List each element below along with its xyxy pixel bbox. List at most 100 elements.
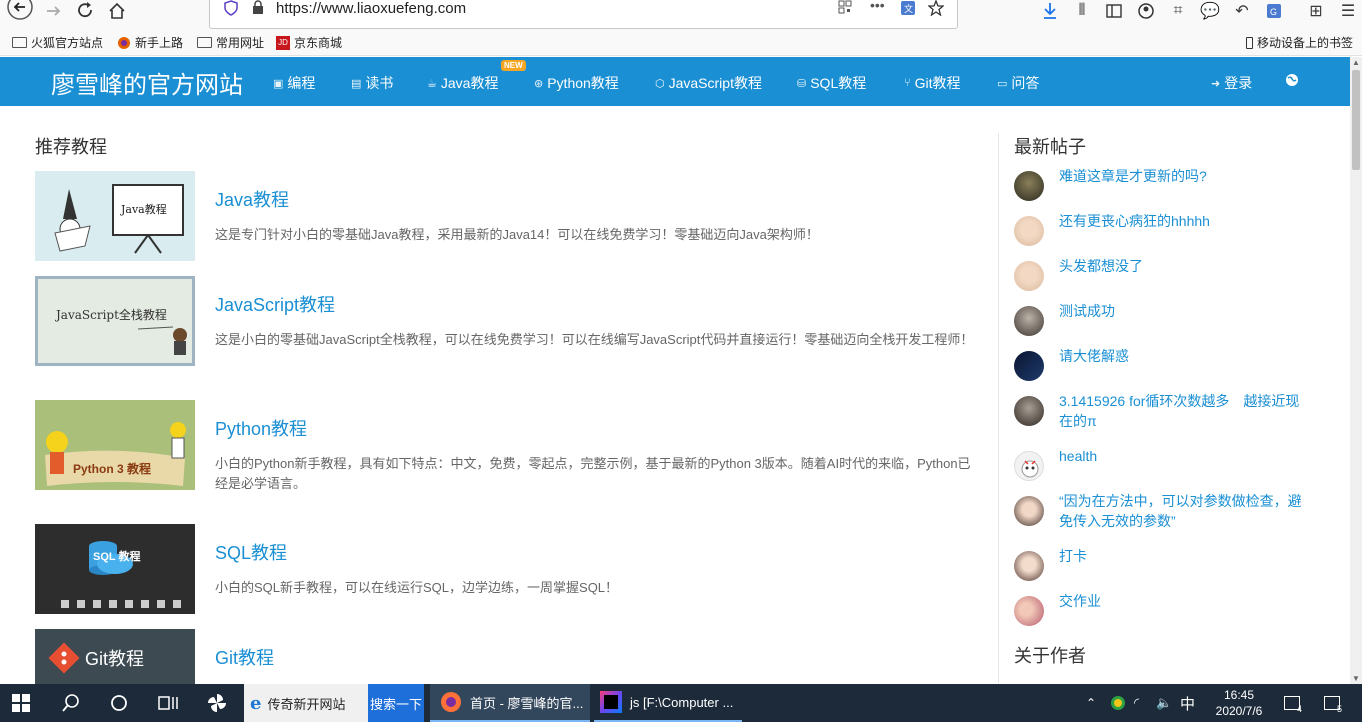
- avatar[interactable]: [1014, 551, 1044, 581]
- url-text[interactable]: https://www.liaoxuefeng.com: [276, 0, 466, 17]
- avatar[interactable]: [1014, 596, 1044, 626]
- course-thumbnail[interactable]: Python 3 教程: [35, 400, 195, 490]
- search-submit-button[interactable]: 搜索一下: [368, 684, 424, 722]
- course-thumbnail[interactable]: JavaScript全栈教程: [35, 276, 195, 366]
- grid-icon: ⊞: [1309, 3, 1323, 20]
- tray-app-icon[interactable]: [1110, 684, 1128, 722]
- taskbar-app-idea[interactable]: js [F:\Computer ...: [594, 684, 742, 722]
- nav-programming[interactable]: ▣ 编程: [273, 73, 315, 93]
- browser-toolbar: https://www.liaoxuefeng.com ••• 文 ⫴ ⌗ 💬 …: [0, 0, 1362, 30]
- translate-icon[interactable]: 文: [900, 0, 916, 19]
- bookmark-item[interactable]: 新手上路: [117, 34, 183, 51]
- database-icon: ⛁: [797, 77, 807, 90]
- post-title[interactable]: 头发都想没了: [1059, 256, 1309, 276]
- avatar[interactable]: [1014, 351, 1044, 381]
- avatar[interactable]: [1014, 171, 1044, 201]
- bookmark-item[interactable]: 常用网址: [197, 34, 264, 51]
- nav-reading[interactable]: ▤ 读书: [351, 73, 393, 93]
- post-title[interactable]: 3.1415926 for循环次数越多 越接近现在的π: [1059, 391, 1309, 431]
- post-title[interactable]: health: [1059, 446, 1309, 466]
- post-title[interactable]: 请大佬解惑: [1059, 346, 1309, 366]
- bookmarks-bar: 火狐官方站点 新手上路 常用网址 JD 京东商城 移动设备上的书签: [0, 30, 1362, 56]
- volume-button[interactable]: 🔈: [1156, 684, 1174, 722]
- network-button[interactable]: ◜: [1134, 684, 1152, 722]
- avatar[interactable]: [1014, 216, 1044, 246]
- qr-code-icon[interactable]: [838, 0, 852, 17]
- taskbar-app-firefox[interactable]: 首页 - 廖雪峰的官...: [430, 684, 590, 722]
- more-actions-icon[interactable]: •••: [870, 0, 885, 13]
- nav-git[interactable]: ⑂ Git教程: [904, 73, 961, 93]
- menu-button[interactable]: ☰: [1334, 0, 1362, 22]
- svg-text:Git教程: Git教程: [85, 649, 144, 669]
- sidebar-button[interactable]: [1100, 0, 1128, 22]
- language-button[interactable]: [1285, 73, 1299, 87]
- bookmark-item[interactable]: JD 京东商城: [276, 34, 342, 51]
- downloads-button[interactable]: [1036, 0, 1064, 22]
- scroll-down-icon[interactable]: ▼: [1352, 674, 1360, 683]
- course-title[interactable]: Git教程: [215, 644, 274, 670]
- nav-qa[interactable]: ▭ 问答: [997, 73, 1039, 93]
- extensions-button[interactable]: ⊞: [1302, 0, 1330, 22]
- start-button[interactable]: [12, 684, 36, 722]
- tracking-shield-icon[interactable]: [224, 0, 238, 19]
- scroll-up-icon[interactable]: ▲: [1352, 58, 1360, 67]
- course-thumbnail[interactable]: Java教程: [35, 171, 195, 261]
- post-title[interactable]: 难道这章是才更新的吗?: [1059, 166, 1309, 186]
- course-item: Java教程 Java教程 这是专门针对小白的零基础Java教程，采用最新的Ja…: [35, 171, 980, 261]
- mobile-bookmarks[interactable]: 移动设备上的书签: [1246, 34, 1353, 51]
- course-thumbnail[interactable]: Git教程: [35, 629, 195, 684]
- ie-search-box[interactable]: e 传奇新开网站: [244, 684, 368, 722]
- search-button[interactable]: [62, 684, 84, 722]
- avatar[interactable]: [1014, 306, 1044, 336]
- translate-ext-button[interactable]: G: [1260, 0, 1288, 22]
- task-view-button[interactable]: [158, 684, 180, 722]
- avatar[interactable]: [1014, 451, 1044, 481]
- post-title[interactable]: “因为在方法中，可以对参数做检查，避免传入无效的参数”: [1059, 491, 1309, 531]
- course-desc: 小白的SQL新手教程，可以在线运行SQL，边学边练，一周掌握SQL！: [215, 580, 619, 595]
- clock[interactable]: 16:45 2020/7/6: [1208, 684, 1270, 722]
- undo-close-button[interactable]: ↶: [1228, 0, 1256, 22]
- account-button[interactable]: [1132, 0, 1160, 22]
- course-title[interactable]: Python教程: [215, 415, 307, 441]
- post-title[interactable]: 交作业: [1059, 591, 1309, 611]
- chat-button[interactable]: 💬: [1196, 0, 1224, 22]
- screenshot-button[interactable]: ⌗: [1164, 0, 1192, 22]
- cortana-button[interactable]: [110, 684, 132, 722]
- nav-javascript[interactable]: ⬡ JavaScript教程: [655, 73, 762, 93]
- action-center-button[interactable]: 5: [1324, 684, 1348, 722]
- python-icon: ⊛: [534, 77, 544, 90]
- course-title[interactable]: SQL教程: [215, 539, 287, 565]
- avatar[interactable]: [1014, 396, 1044, 426]
- post-title[interactable]: 还有更丧心病狂的hhhhh: [1059, 211, 1309, 231]
- url-bar[interactable]: https://www.liaoxuefeng.com ••• 文: [209, 0, 958, 29]
- scroll-thumb[interactable]: [1352, 70, 1360, 170]
- pinned-app-button[interactable]: [206, 684, 230, 722]
- google-translate-icon: G: [1267, 4, 1281, 18]
- login-button[interactable]: ➜ 登录: [1211, 73, 1252, 93]
- page-scrollbar[interactable]: ▲ ▼: [1350, 57, 1362, 684]
- lock-icon[interactable]: [252, 0, 264, 17]
- avatar[interactable]: [1014, 261, 1044, 291]
- course-title[interactable]: JavaScript教程: [215, 291, 335, 317]
- post-title[interactable]: 测试成功: [1059, 301, 1309, 321]
- course-thumbnail[interactable]: SQL 教程: [35, 524, 195, 614]
- nav-python[interactable]: ⊛ Python教程: [534, 73, 619, 93]
- bookmark-star-icon[interactable]: [927, 0, 945, 19]
- course-title[interactable]: Java教程: [215, 186, 289, 212]
- book-icon: ▤: [351, 77, 362, 90]
- nav-java[interactable]: ☕ Java教程: [427, 73, 498, 93]
- ime-button[interactable]: 中: [1180, 684, 1198, 722]
- home-button[interactable]: [103, 0, 131, 22]
- post-title[interactable]: 打卡: [1059, 546, 1309, 566]
- nav-sql[interactable]: ⛁ SQL教程: [797, 73, 866, 93]
- section-title: 推荐教程: [35, 137, 107, 157]
- library-button[interactable]: ⫴: [1068, 0, 1096, 22]
- reload-button[interactable]: [72, 0, 100, 22]
- avatar[interactable]: [1014, 496, 1044, 526]
- bookmark-item[interactable]: 火狐官方站点: [12, 34, 103, 51]
- tray-expand-button[interactable]: ⌃: [1086, 684, 1102, 722]
- site-title[interactable]: 廖雪峰的官方网站: [51, 65, 243, 100]
- notifications-button[interactable]: 4: [1284, 684, 1308, 722]
- back-button[interactable]: [6, 0, 34, 22]
- forward-button[interactable]: [40, 0, 68, 22]
